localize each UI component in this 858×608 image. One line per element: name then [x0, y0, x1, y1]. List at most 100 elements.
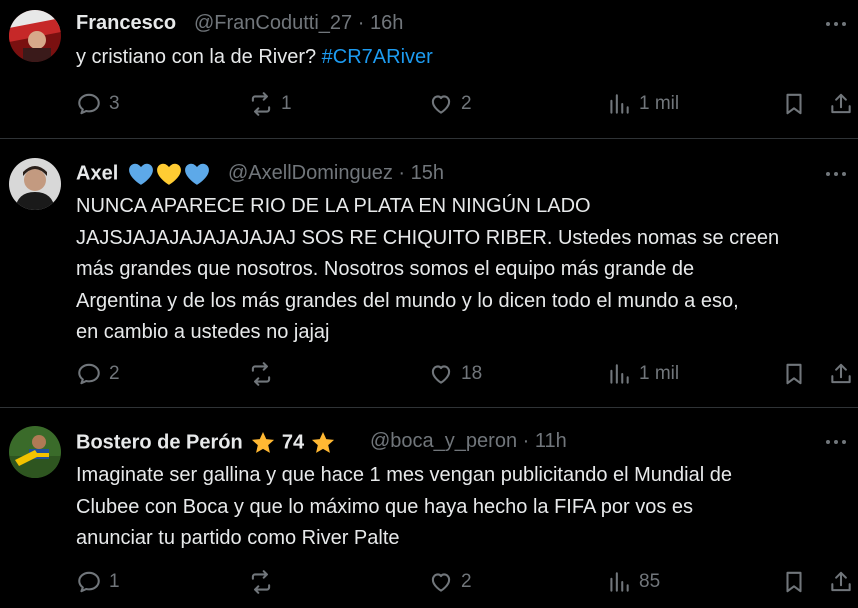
- name-star-count: 74: [281, 431, 305, 454]
- dot-icon: [834, 440, 838, 444]
- views-chart-icon: [610, 94, 629, 114]
- star-icon: [311, 431, 334, 453]
- avatar[interactable]: [9, 10, 61, 62]
- avatar[interactable]: [9, 426, 61, 478]
- tweet-2[interactable]: Axel @AxellDominguez · 15h NUNCA APARECE…: [0, 139, 858, 407]
- retweet-button[interactable]: [248, 360, 281, 388]
- retweet-button[interactable]: 1: [248, 90, 292, 118]
- like-count: 18: [461, 363, 483, 384]
- handle-and-time: @FranCodutti_27 · 16h: [194, 12, 403, 35]
- share-button[interactable]: [828, 360, 854, 388]
- dot-icon: [834, 22, 838, 26]
- share-icon: [831, 93, 851, 114]
- action-bar: 1 2 85: [76, 568, 858, 596]
- blue-heart-icon: [128, 163, 153, 185]
- tweet-text-line: más grandes que nosotros. Nosotros somos…: [76, 258, 695, 280]
- tweet-1[interactable]: Francesco @FranCodutti_27 · 16h y cristi…: [0, 0, 858, 138]
- handle[interactable]: @boca_y_peron: [370, 430, 517, 452]
- reply-icon: [78, 363, 100, 385]
- bookmark-button[interactable]: [781, 360, 807, 388]
- display-name[interactable]: Bostero de Perón 74: [76, 430, 336, 456]
- bookmark-button[interactable]: [781, 90, 807, 118]
- reply-icon: [78, 571, 100, 593]
- dot-icon: [834, 172, 838, 176]
- views-button[interactable]: 1 mil: [606, 90, 679, 118]
- avatar[interactable]: [9, 158, 61, 210]
- display-name[interactable]: Axel: [76, 162, 210, 186]
- share-button[interactable]: [828, 90, 854, 118]
- handle-and-time: @AxellDominguez · 15h: [228, 162, 444, 185]
- timestamp[interactable]: 16h: [370, 12, 403, 34]
- tweet-text-line: en cambio a ustedes no jajaj: [76, 321, 330, 343]
- reply-button[interactable]: 3: [76, 90, 120, 118]
- dot-icon: [842, 22, 846, 26]
- avatar-image: [9, 158, 61, 210]
- tweet-text-line: Clubee con Boca y que lo máximo que haya…: [76, 495, 694, 518]
- more-options-button[interactable]: [822, 432, 850, 452]
- reply-count: 3: [109, 93, 120, 114]
- views-chart-icon: [610, 572, 629, 592]
- reply-button[interactable]: 2: [76, 360, 120, 388]
- display-name-text: Axel: [76, 162, 119, 185]
- view-count: 1 mil: [639, 93, 680, 114]
- tweet-text-line: NUNCA APARECE RIO DE LA PLATA EN NINGÚN …: [76, 195, 591, 217]
- like-count: 2: [461, 93, 472, 114]
- separator: ·: [357, 12, 365, 34]
- star-icon: [252, 431, 275, 453]
- like-count: 2: [461, 571, 472, 592]
- handle[interactable]: @AxellDominguez: [228, 162, 393, 184]
- view-count: 85: [639, 571, 661, 592]
- retweet-button[interactable]: [248, 568, 281, 596]
- like-button[interactable]: 18: [428, 360, 482, 388]
- share-icon: [831, 363, 851, 384]
- reply-count: 1: [109, 571, 120, 592]
- tweet-3[interactable]: Bostero de Perón 74 @boca_y_peron · 11h …: [0, 408, 858, 608]
- heart-icon: [431, 95, 451, 114]
- tweet-text-line: anunciar tu partido como River Palte: [76, 527, 400, 549]
- dot-icon: [826, 440, 830, 444]
- tweet-text: Imaginate ser gallina y que hace 1 mes v…: [76, 460, 856, 555]
- display-name-text: Bostero de Perón: [76, 431, 243, 454]
- action-bar: 2 18 1 mil: [76, 360, 858, 388]
- more-options-button[interactable]: [822, 14, 850, 34]
- retweet-icon: [251, 92, 271, 116]
- reply-button[interactable]: 1: [76, 568, 120, 596]
- view-count: 1 mil: [639, 363, 680, 384]
- like-button[interactable]: 2: [428, 568, 472, 596]
- bookmark-icon: [786, 571, 802, 593]
- more-options-button[interactable]: [822, 164, 850, 184]
- retweet-count: 1: [281, 93, 292, 114]
- bookmark-button[interactable]: [781, 568, 807, 596]
- heart-icon: [431, 365, 451, 384]
- dot-icon: [842, 440, 846, 444]
- timestamp[interactable]: 11h: [535, 430, 567, 452]
- blue-heart-icon: [184, 163, 209, 185]
- share-icon: [831, 571, 851, 592]
- handle[interactable]: @FranCodutti_27: [194, 12, 352, 34]
- share-button[interactable]: [828, 568, 854, 596]
- reply-count: 2: [109, 363, 120, 384]
- display-name[interactable]: Francesco: [76, 12, 176, 35]
- hashtag-link[interactable]: #CR7ARiver: [322, 46, 433, 68]
- tweet-text: y cristiano con la de River? #CR7ARiver: [76, 42, 856, 74]
- views-button[interactable]: 1 mil: [606, 360, 679, 388]
- like-button[interactable]: 2: [428, 90, 472, 118]
- separator: ·: [398, 162, 406, 184]
- bookmark-icon: [786, 93, 802, 115]
- retweet-icon: [251, 362, 271, 386]
- separator: ·: [522, 430, 530, 452]
- dot-icon: [842, 172, 846, 176]
- views-button[interactable]: 85: [606, 568, 660, 596]
- avatar-image: [9, 426, 61, 478]
- handle-and-time: @boca_y_peron · 11h: [370, 430, 567, 453]
- heart-icon: [431, 573, 451, 592]
- yellow-heart-icon: [156, 163, 181, 185]
- avatar-image: [9, 10, 61, 62]
- timestamp[interactable]: 15h: [411, 162, 444, 184]
- views-chart-icon: [610, 364, 629, 384]
- tweet-text-line: y cristiano con la de River?: [76, 46, 317, 68]
- reply-icon: [78, 93, 100, 115]
- tweet-text-line: Imaginate ser gallina y que hace 1 mes v…: [76, 464, 732, 486]
- dot-icon: [826, 22, 830, 26]
- action-bar: 3 1 2 1 mil: [76, 90, 858, 118]
